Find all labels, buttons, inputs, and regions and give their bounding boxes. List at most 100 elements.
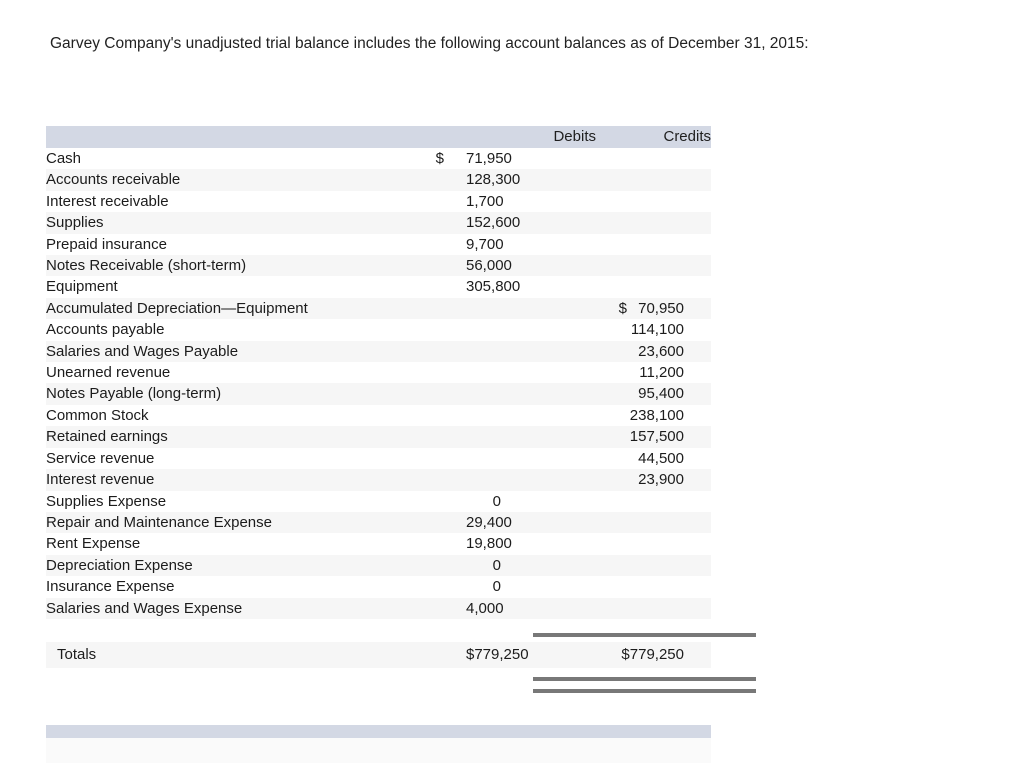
credit-amount-cell: 11,200	[596, 362, 711, 384]
debit-amount-cell	[466, 404, 596, 427]
credit-amount-value: 114,100	[630, 321, 684, 339]
account-name-cell: Notes Payable (long-term)	[46, 383, 466, 405]
table-row: Cash $71,950	[46, 148, 711, 170]
debit-amount-value: 128,300	[466, 171, 521, 189]
credit-amount-value: 157,500	[629, 428, 684, 446]
credit-amount-cell	[596, 233, 711, 256]
table-row: Equipment 305,800	[46, 276, 711, 298]
table-row: Salaries and Wages Expense 4,000	[46, 597, 711, 619]
account-name-cell: Accumulated Depreciation—Equipment	[46, 297, 466, 320]
credit-amount-value: 70,950	[638, 299, 684, 317]
debit-amount-value: 19,800	[466, 535, 512, 553]
totals-credit-cell: $779,250	[596, 641, 711, 668]
credit-amount-cell: $70,950	[596, 297, 711, 320]
totals-spacer-cell	[46, 618, 756, 642]
credit-amount-value: 238,100	[629, 406, 684, 424]
table-row: Depreciation Expense 0	[46, 554, 711, 577]
credit-amount-value: 95,400	[638, 385, 684, 403]
debit-amount-cell: 305,800	[466, 276, 596, 298]
debit-amount-cell: 128,300	[466, 169, 596, 191]
totals-debit-cell: $779,250	[466, 641, 596, 668]
credit-amount-cell	[596, 169, 711, 191]
table-row: Interest revenue 23,900	[46, 469, 711, 491]
account-name-cell: Equipment	[46, 276, 466, 298]
account-name-cell: Service revenue	[46, 447, 466, 470]
currency-symbol: $	[435, 150, 444, 167]
table-row: Interest receivable 1,700	[46, 190, 711, 213]
debit-amount-value: 0	[492, 578, 501, 596]
account-name-cell: Salaries and Wages Payable	[46, 340, 466, 363]
credit-amount-cell: 157,500	[596, 426, 711, 448]
debit-amount-cell	[466, 447, 596, 470]
account-name-cell: Interest revenue	[46, 469, 466, 491]
totals-double-rule-lower	[533, 688, 756, 693]
credit-amount-cell: 23,900	[596, 469, 711, 491]
credit-amount-cell	[596, 212, 711, 234]
credit-amount-cell	[596, 276, 711, 298]
table-row: Accumulated Depreciation—Equipment $70,95…	[46, 297, 711, 320]
account-name-cell: Retained earnings	[46, 426, 466, 448]
table-row: Accounts payable 114,100	[46, 319, 711, 341]
account-name-cell: Accounts payable	[46, 319, 466, 341]
table-header-row: Debits Credits	[46, 126, 711, 148]
totals-top-rule	[533, 632, 756, 637]
table-row: Repair and Maintenance Expense 29,400	[46, 511, 711, 534]
debit-amount-cell	[466, 319, 596, 341]
debit-amount-cell: 29,400	[466, 511, 596, 534]
debit-amount-cell: 56,000	[466, 255, 596, 277]
credit-amount-cell: 44,500	[596, 447, 711, 470]
debit-amount-cell: 0	[466, 490, 596, 512]
account-name-cell: Insurance Expense	[46, 576, 466, 598]
account-name-cell: Prepaid insurance	[46, 233, 466, 256]
question-prompt: Garvey Company's unadjusted trial balanc…	[50, 35, 809, 52]
account-name-cell: Common Stock	[46, 404, 466, 427]
totals-double-rule-row	[46, 667, 756, 702]
credit-amount-cell: 95,400	[596, 383, 711, 405]
totals-double-rule-cell	[46, 667, 756, 702]
credit-amount-value: 23,600	[638, 342, 684, 360]
currency-symbol: $	[618, 299, 627, 317]
account-name-cell: Depreciation Expense	[46, 554, 466, 577]
credit-amount-cell: 23,600	[596, 340, 711, 363]
table-row: Notes Payable (long-term) 95,400	[46, 383, 711, 405]
table-row: Supplies Expense 0	[46, 490, 711, 512]
debit-amount-cell: 0	[466, 554, 596, 577]
account-name-cell: Cash	[46, 148, 466, 170]
footer-padding-band	[46, 738, 711, 763]
totals-spacer-row	[46, 618, 756, 642]
debit-amount-cell: 1,700	[466, 190, 596, 213]
debit-amount-cell: 152,600	[466, 212, 596, 234]
account-name-cell: Accounts receivable	[46, 169, 466, 191]
table-row: Salaries and Wages Payable 23,600	[46, 340, 711, 363]
account-name-cell: Interest receivable	[46, 190, 466, 213]
credit-amount-cell: 114,100	[596, 319, 711, 341]
table-body: Cash $71,950 Accounts receivable 128,300 Int…	[46, 148, 756, 702]
table-row: Rent Expense 19,800	[46, 533, 711, 555]
account-name-cell: Salaries and Wages Expense	[46, 597, 466, 619]
account-name-cell: Supplies	[46, 212, 466, 234]
account-name-cell: Unearned revenue	[46, 362, 466, 384]
table-row: Common Stock 238,100	[46, 404, 711, 427]
debit-amount-cell	[466, 362, 596, 384]
credit-amount-cell	[596, 533, 711, 555]
footer-band	[46, 725, 711, 738]
debit-amount-cell	[466, 340, 596, 363]
totals-row: Totals $779,250 $779,250	[46, 641, 711, 668]
debit-amount-cell: 4,000	[466, 597, 596, 619]
credit-amount-cell	[596, 255, 711, 277]
table-header: Debits Credits	[46, 126, 711, 148]
table-row: Accounts receivable 128,300	[46, 169, 711, 191]
account-name-cell: Rent Expense	[46, 533, 466, 555]
totals-double-rule-upper	[533, 676, 756, 681]
debit-amount-value: 4,000	[466, 599, 504, 617]
debit-amount-value: 29,400	[466, 513, 512, 531]
table-row: Prepaid insurance 9,700	[46, 233, 711, 256]
credit-amount-value: 44,500	[638, 449, 684, 467]
totals-label-cell: Totals	[46, 641, 466, 668]
account-name-cell: Notes Receivable (short-term)	[46, 255, 466, 277]
credit-amount-cell: 238,100	[596, 404, 711, 427]
debit-amount-value: 0	[492, 492, 501, 510]
table-row: Unearned revenue 11,200	[46, 362, 711, 384]
debit-amount-cell: 0	[466, 576, 596, 598]
credit-amount-cell	[596, 597, 711, 619]
